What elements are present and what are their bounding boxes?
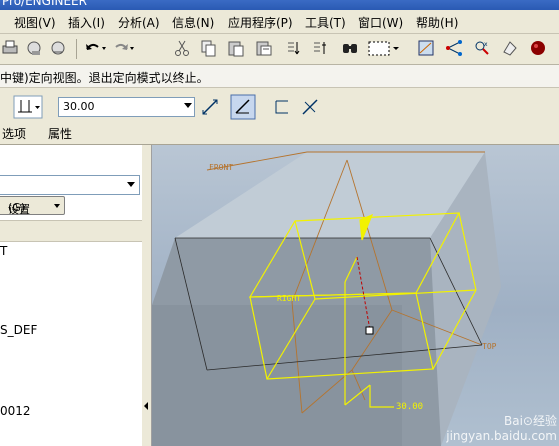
- print-icon[interactable]: [0, 38, 20, 58]
- datum-axis-display-icon[interactable]: [444, 38, 464, 58]
- front-shadow: [152, 305, 402, 446]
- appearance-icon[interactable]: [528, 38, 548, 58]
- tree-item[interactable]: S_DEF: [0, 323, 37, 337]
- settings-key: (G): [8, 201, 26, 214]
- panel-selector[interactable]: [0, 175, 140, 195]
- paste-special-icon[interactable]: [254, 38, 274, 58]
- svg-text:x: x: [484, 41, 488, 48]
- chevron-down-icon[interactable]: [127, 182, 135, 187]
- menu-help[interactable]: 帮助(H): [416, 14, 458, 31]
- datum-plane-display-icon[interactable]: [416, 38, 436, 58]
- coordinate-system-icon[interactable]: [500, 38, 520, 58]
- menu-analysis[interactable]: 分析(A): [118, 14, 160, 31]
- model-canvas[interactable]: FRONT RIGHT TOP 30.00: [152, 145, 559, 446]
- top-plane-label: TOP: [482, 342, 497, 351]
- menu-info[interactable]: 信息(N): [172, 14, 214, 31]
- model-icon[interactable]: [24, 38, 44, 58]
- right-plane-label: RIGHT: [277, 294, 301, 303]
- settings-button[interactable]: 设置 (G): [0, 196, 65, 216]
- cut-icon[interactable]: [172, 38, 192, 58]
- title-bar: Pro/ENGINEER: [0, 0, 559, 10]
- feature-dashboard: 30.00 选项 属性: [0, 88, 559, 145]
- drag-handle[interactable]: [365, 326, 374, 335]
- watermark-url: jingyan.baidu.com: [446, 429, 557, 443]
- add-taper-icon[interactable]: [230, 94, 256, 120]
- model-tree-icon[interactable]: [48, 38, 68, 58]
- chevron-down-icon[interactable]: [184, 103, 192, 108]
- collapse-arrow-icon[interactable]: [144, 402, 148, 410]
- menu-tools[interactable]: 工具(T): [305, 14, 346, 31]
- tree-item[interactable]: T: [0, 244, 7, 258]
- chevron-down-icon: [54, 204, 60, 208]
- offset-value-field[interactable]: 30.00: [58, 97, 195, 117]
- tree-column-header: [0, 220, 142, 242]
- dimension-value-label[interactable]: 30.00: [396, 402, 423, 412]
- watermark: Bai⊙经验 jingyan.baidu.com: [446, 414, 557, 444]
- window-title: Pro/ENGINEER: [2, 0, 87, 8]
- menu-bar: 视图(V) 插入(I) 分析(A) 信息(N) 应用程序(P) 工具(T) 窗口…: [0, 10, 559, 34]
- menu-insert[interactable]: 插入(I): [68, 14, 105, 31]
- tab-properties[interactable]: 属性: [48, 125, 72, 142]
- graphics-window[interactable]: FRONT RIGHT TOP 30.00 Bai⊙经验 jingyan.bai…: [152, 145, 559, 446]
- watermark-brand: Bai⊙经验: [504, 414, 557, 428]
- regen-manager-icon[interactable]: [310, 38, 330, 58]
- menu-window[interactable]: 窗口(W): [358, 14, 403, 31]
- find-icon[interactable]: [340, 38, 360, 58]
- regenerate-icon[interactable]: [284, 38, 304, 58]
- selection-filter-icon[interactable]: [366, 38, 400, 58]
- tree-item[interactable]: 0012: [0, 404, 31, 418]
- flip-direction-icon[interactable]: [200, 97, 220, 117]
- main-toolbar: x: [0, 34, 559, 65]
- front-plane-label: FRONT: [209, 163, 233, 172]
- model-tree-panel: 设置 (G) T S_DEF 0012: [0, 145, 143, 446]
- offset-type-icon[interactable]: [13, 95, 43, 119]
- message-text: 中键)定向视图。退出定向模式以终止。: [0, 71, 209, 85]
- tab-options[interactable]: 选项: [2, 125, 26, 142]
- offset-value-text: 30.00: [63, 100, 95, 113]
- message-area: 中键)定向视图。退出定向模式以终止。: [0, 65, 559, 88]
- paste-icon[interactable]: [226, 38, 246, 58]
- panel-splitter[interactable]: [142, 145, 152, 446]
- undo-icon[interactable]: [82, 38, 108, 58]
- datum-point-display-icon[interactable]: x: [472, 38, 492, 58]
- thicken-icon[interactable]: [272, 97, 292, 117]
- redo-icon[interactable]: [110, 38, 136, 58]
- menu-applications[interactable]: 应用程序(P): [228, 14, 293, 31]
- menu-view[interactable]: 视图(V): [14, 14, 56, 31]
- copy-icon[interactable]: [198, 38, 218, 58]
- remove-material-icon[interactable]: [300, 97, 320, 117]
